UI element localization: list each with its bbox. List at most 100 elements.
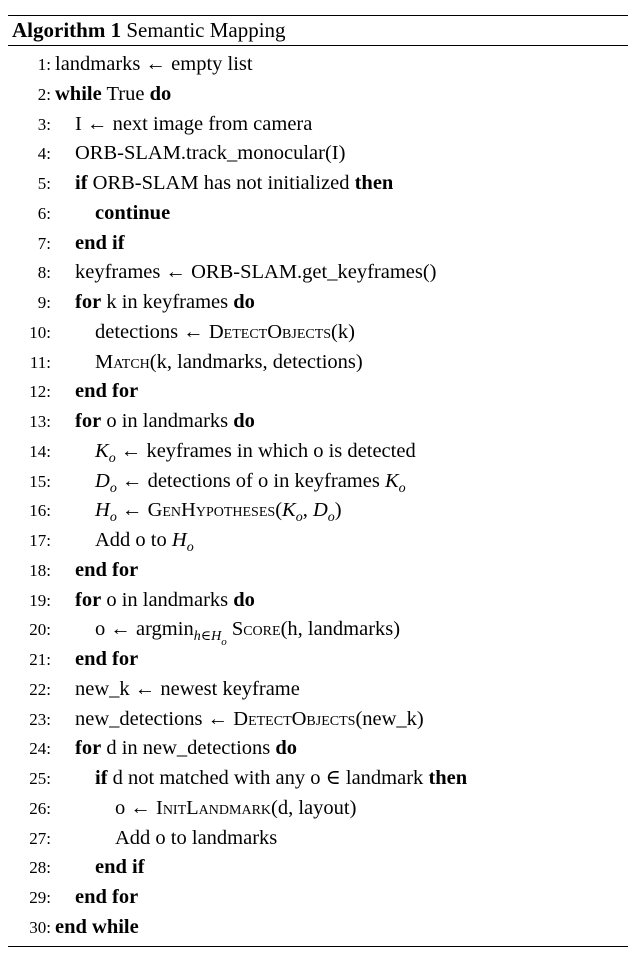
line-code: landmarks ← empty list [55,50,253,80]
keyword: do [275,737,298,760]
line-code: continue [95,199,170,229]
algorithm-line: 3: I ← next image from camera [8,110,628,140]
procedure-name: Match [95,350,150,373]
algorithm-line: 13: for o in landmarks do [8,407,628,437]
code-text: o [398,480,406,496]
line-code: keyframes ← ORB-SLAM.get_keyframes() [75,258,437,288]
caption-rule [8,45,628,46]
code-text: o [295,510,303,526]
algorithm-line: 22: new_k ← newest keyframe [8,675,628,705]
line-number: 10: [29,322,51,342]
line-code: new_detections ← DetectObjects(new_k) [75,705,424,735]
procedure-name: DetectObjects [208,320,332,343]
line-number: 2: [37,84,51,104]
algorithm-line: 25: if d not matched with any o ∈ landmar… [8,764,628,794]
keyword: then [354,172,394,194]
algorithm-line: 26: o ← InitLandmark(d, layout) [8,794,628,824]
line-number: 9: [37,293,51,312]
line-code: new_k ← newest keyframe [75,675,300,705]
line-code: Match(k, landmarks, detections) [95,348,363,378]
line-number: 17: [29,531,51,550]
line-number: 29: [29,888,51,907]
top-rule [8,15,628,16]
line-number: 14: [29,441,51,461]
algorithm-line: 4: ORB-SLAM.track_monocular(I) [8,139,628,169]
line-code: Do ← detections of o in keyframes Ko [95,467,406,497]
algorithm-line: 1: landmarks ← empty list [8,50,628,80]
line-code: for o in landmarks do [75,586,255,616]
algorithm-line: 2: while True do [8,80,628,110]
code-text: ← detections of o in keyframes [116,469,385,492]
algorithm-line: 11: Match(k, landmarks, detections) [8,348,628,378]
code-text: o in landmarks [101,588,234,611]
algorithm-line: 17: Add o to Ho [8,526,628,556]
code-text: keyframes ← ORB-SLAM.get_keyframes() [75,261,437,284]
code-text: o ← [115,796,156,819]
code-text: K [384,469,399,492]
keyword: end while [55,915,139,938]
procedure-name: InitLandmark [156,796,272,819]
code-text: new_k ← newest keyframe [75,677,300,700]
code-text: K [95,439,109,462]
algorithm-line: 16: Ho ← GenHypotheses(Ko, Do) [8,496,628,526]
algorithm-title: Semantic Mapping [126,18,286,42]
code-text: ) [334,499,342,522]
code-text: landmarks ← empty list [55,53,253,75]
line-code: end while [55,913,139,943]
procedure-name: DetectObjects [233,707,356,730]
keyword: end if [95,856,145,879]
code-text: ← [116,499,148,522]
line-code: Ko ← keyframes in which o is detected [95,437,416,467]
keyword: end for [75,648,139,670]
line-number: 19: [29,590,51,610]
algorithm-label: Algorithm 1 [12,18,122,42]
code-text: o ← argmin [95,618,194,641]
line-number: 3: [37,114,51,134]
code-text: ← keyframes in which o is detected [115,439,416,462]
line-code: o ← argminh∈Ho Score(h, landmarks) [95,615,400,647]
line-number: 27: [29,828,51,848]
line-number: 7: [37,233,51,253]
algorithm-line: 12: end for [8,377,628,407]
code-text: K [282,499,296,522]
line-code: while True do [55,80,171,110]
code-text: D [95,469,110,492]
algorithm-line: 10: detections ← DetectObjects(k) [8,318,628,348]
code-text: Add o to landmarks [115,826,278,849]
keyword: for [75,737,102,760]
code-text: o [186,540,194,556]
code-text: o [108,450,116,466]
line-number: 25: [29,769,51,788]
code-text: ( [275,499,283,522]
keyword: if [75,172,88,194]
line-code: Add o to landmarks [115,824,277,854]
line-code: detections ← DetectObjects(k) [95,318,355,348]
keyword: while [55,82,102,105]
code-text: o in landmarks [101,410,234,432]
algorithm-line: 9: for k in keyframes do [8,288,628,318]
keyword: do [149,82,172,105]
line-code: for d in new_detections do [75,734,297,764]
line-code: Ho ← GenHypotheses(Ko, Do) [95,496,342,526]
code-text: (new_k) [355,707,424,730]
line-code: end for [75,377,138,407]
algorithm-line: 14: Ko ← keyframes in which o is detected [8,437,628,467]
procedure-name: Score [231,618,281,641]
line-number: 11: [29,352,51,372]
code-text: True [101,82,150,105]
code-text: (k, landmarks, detections) [149,350,363,373]
line-code: end for [75,645,138,675]
keyword: then [428,767,468,789]
line-number: 16: [29,501,51,521]
code-text: d in new_detections [101,737,276,760]
code-text: H [171,529,187,551]
keyword: end for [75,886,139,908]
code-text: H [95,499,110,522]
line-number: 28: [29,858,51,878]
line-number: 21: [29,650,51,669]
algorithm-line: 5: if ORB-SLAM has not initialized then [8,169,628,199]
code-text: , [302,499,313,522]
line-number: 30: [29,917,51,937]
algorithm-line: 29: end for [8,883,628,913]
line-number: 24: [29,739,51,759]
